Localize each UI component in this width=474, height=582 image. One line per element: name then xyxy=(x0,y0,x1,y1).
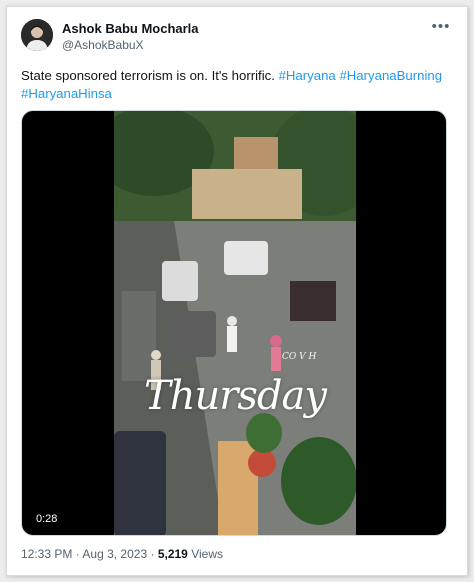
tweet-meta: 12:33 PM · Aug 3, 2023 · 5,219 Views xyxy=(21,547,223,561)
video-duration: 0:28 xyxy=(30,511,64,527)
hashtag-link[interactable]: #HaryanaBurning xyxy=(339,68,442,83)
meta-separator: · xyxy=(75,547,80,561)
tweet-body: State sponsored terrorism is on. It's ho… xyxy=(21,68,275,83)
tweet-card: Ashok Babu Mocharla @AshokBabuX ••• Stat… xyxy=(6,6,468,576)
meta-separator: · xyxy=(150,547,155,561)
hashtag-link[interactable]: #Haryana xyxy=(279,68,336,83)
views-label: Views xyxy=(191,547,223,561)
video-watermark: CO V H xyxy=(282,352,316,362)
tweet-date[interactable]: Aug 3, 2023 xyxy=(82,547,147,561)
author-name[interactable]: Ashok Babu Mocharla xyxy=(62,21,199,36)
tweet-text: State sponsored terrorism is on. It's ho… xyxy=(21,67,461,103)
video-player[interactable]: CO V H Thursday 0:28 xyxy=(21,110,447,536)
video-overlay-text: Thursday xyxy=(144,373,327,419)
hashtag-link[interactable]: #HaryanaHinsa xyxy=(21,86,112,101)
views-count[interactable]: 5,219 xyxy=(158,547,188,561)
more-options-icon[interactable]: ••• xyxy=(431,17,451,37)
video-frame: CO V H Thursday xyxy=(94,111,379,535)
avatar[interactable] xyxy=(21,19,53,51)
author-handle[interactable]: @AshokBabuX xyxy=(62,38,144,52)
tweet-time[interactable]: 12:33 PM xyxy=(21,547,72,561)
